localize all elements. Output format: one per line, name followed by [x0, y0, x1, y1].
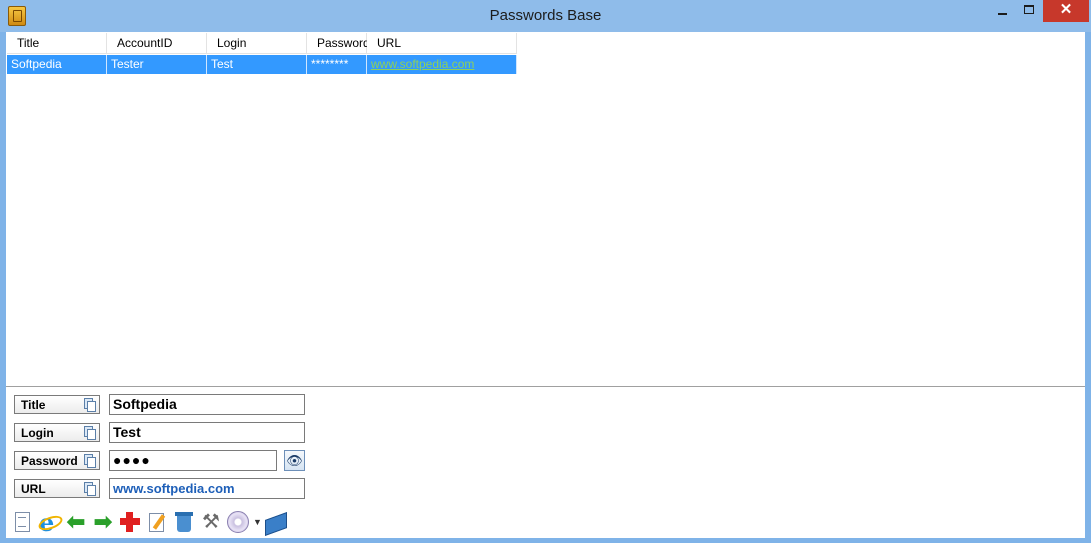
column-header-accountid[interactable]: AccountID	[107, 33, 207, 54]
title-label: Title	[21, 398, 46, 412]
list-header: Title AccountID Login Password URL	[7, 33, 517, 54]
close-icon: ✕	[1059, 1, 1073, 18]
delete-icon[interactable]	[172, 510, 196, 534]
toolbar: ⬅ ➡ ⚒ ▼	[10, 508, 290, 537]
title-field[interactable]: Softpedia	[109, 394, 305, 415]
cell-password: ********	[307, 55, 367, 74]
show-password-button[interactable]: 👁	[284, 450, 305, 471]
book-icon[interactable]	[263, 510, 287, 534]
column-header-url[interactable]: URL	[367, 33, 517, 54]
cell-title: Softpedia	[7, 55, 107, 74]
column-header-title[interactable]: Title	[7, 33, 107, 54]
copy-icon	[84, 426, 96, 440]
login-field[interactable]: Test	[109, 422, 305, 443]
disc-icon[interactable]	[226, 510, 250, 534]
password-field[interactable]: ●●●●	[109, 450, 277, 471]
password-label: Password	[21, 454, 78, 468]
cell-account-id: Tester	[107, 55, 207, 74]
title-bar: Passwords Base ✕	[0, 0, 1091, 32]
minimize-button[interactable]	[989, 0, 1015, 22]
minimize-icon	[997, 13, 1007, 15]
copy-icon	[84, 454, 96, 468]
url-field[interactable]: www.softpedia.com	[109, 478, 305, 499]
table-row[interactable]: Softpedia Tester Test ******** www.softp…	[7, 55, 517, 74]
url-label: URL	[21, 482, 46, 496]
copy-icon	[84, 398, 96, 412]
close-button[interactable]: ✕	[1043, 0, 1089, 22]
copy-icon	[84, 482, 96, 496]
internet-explorer-icon[interactable]	[37, 508, 61, 537]
cell-url: www.softpedia.com	[367, 55, 517, 74]
tools-icon[interactable]: ⚒	[199, 510, 223, 534]
copy-title-button[interactable]: Title	[14, 395, 100, 414]
window-title: Passwords Base	[489, 7, 602, 24]
copy-login-button[interactable]: Login	[14, 423, 100, 442]
cell-login: Test	[207, 55, 307, 74]
password-list[interactable]: Title AccountID Login Password URL Softp…	[6, 32, 1085, 387]
copy-password-button[interactable]: Password	[14, 451, 100, 470]
entry-form: Title Softpedia Login Test Password ●●●●…	[6, 387, 1085, 538]
edit-icon[interactable]	[145, 510, 169, 534]
client-area: Title AccountID Login Password URL Softp…	[6, 32, 1085, 538]
dropdown-icon[interactable]: ▼	[253, 510, 262, 534]
column-header-login[interactable]: Login	[207, 33, 307, 54]
maximize-icon	[1024, 5, 1034, 14]
back-arrow-icon[interactable]: ⬅	[64, 510, 88, 534]
login-label: Login	[21, 426, 54, 440]
add-icon[interactable]	[118, 510, 142, 534]
column-header-password[interactable]: Password	[307, 33, 370, 54]
new-document-icon[interactable]	[10, 510, 34, 534]
url-link[interactable]: www.softpedia.com	[371, 57, 474, 71]
forward-arrow-icon[interactable]: ➡	[91, 510, 115, 534]
eye-icon: 👁	[286, 453, 303, 468]
maximize-button[interactable]	[1016, 0, 1042, 22]
copy-url-button[interactable]: URL	[14, 479, 100, 498]
